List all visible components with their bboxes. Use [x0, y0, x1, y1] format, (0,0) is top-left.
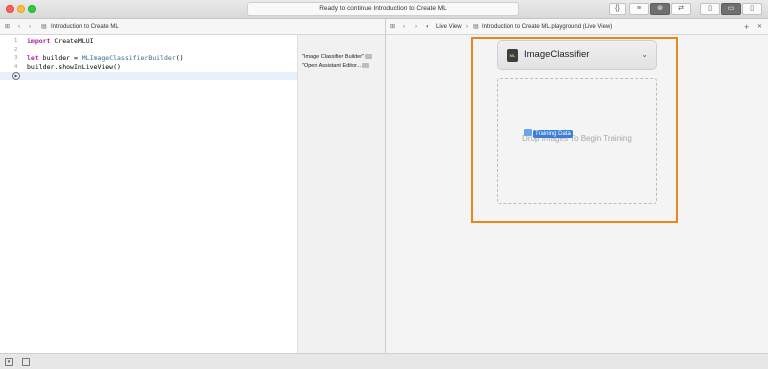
live-view-mode[interactable]: Live View — [436, 19, 462, 35]
add-editor-icon[interactable]: + — [744, 19, 749, 35]
close-window-button[interactable] — [6, 5, 14, 13]
quick-look-icon[interactable] — [362, 63, 370, 69]
code-line-1[interactable]: import CreateMLUI — [27, 37, 94, 45]
assistant-jump-bar: ⊞ ‹ › ◐ Live View › ▤ Introduction to Cr… — [386, 19, 768, 35]
keyword-token: let — [27, 54, 39, 62]
forward-icon[interactable]: › — [415, 19, 417, 35]
navigator-toggle-button[interactable]: ▯ — [700, 3, 720, 15]
quick-look-icon[interactable] — [364, 54, 372, 60]
drop-instructions: Drop Images To Begin Training — [522, 134, 632, 143]
code-line-4[interactable]: builder.showInLiveView() — [27, 63, 121, 71]
line-number: 3 — [14, 55, 18, 61]
debug-area-toggle-button[interactable]: ▭ — [721, 3, 741, 15]
line-number: 1 — [14, 38, 18, 44]
ml-model-icon: ML — [507, 49, 518, 62]
code-token: builder = — [38, 54, 82, 62]
run-playground-button[interactable]: ▶ — [12, 72, 20, 80]
code-line-3[interactable]: let builder = MLImageClassifierBuilder() — [27, 54, 184, 62]
code-token: builder.showInLiveView() — [27, 63, 121, 71]
current-line-highlight — [0, 72, 297, 80]
line-number: 2 — [14, 47, 18, 53]
line-number: 4 — [14, 64, 18, 70]
editor-jump-bar: ⊞ ‹ › ▤ Introduction to Create ML — [0, 19, 385, 35]
result-line-3[interactable]: "Image Classifier Builder" — [302, 54, 372, 60]
assistant-editor-button[interactable]: ⊚ — [650, 3, 670, 15]
keyword-token: import — [27, 37, 51, 45]
forward-icon[interactable]: › — [29, 19, 31, 35]
library-button[interactable]: {} — [609, 3, 626, 15]
inspector-toggle-button[interactable]: ▯ — [742, 3, 762, 15]
activity-status: Ready to continue Introduction to Create… — [247, 2, 519, 16]
dragged-folder-label: Training Data — [533, 130, 573, 138]
classifier-title: ImageClassifier — [524, 49, 590, 60]
title-bar: Ready to continue Introduction to Create… — [0, 0, 768, 19]
close-editor-icon[interactable]: ✕ — [757, 19, 762, 35]
result-line-4[interactable]: "Open Assistant Editor... — [302, 63, 370, 69]
playground-file-icon: ▤ — [41, 24, 47, 30]
related-items-icon[interactable]: ⊞ — [390, 19, 395, 35]
folder-icon — [524, 129, 532, 136]
related-items-icon[interactable]: ⊞ — [5, 19, 10, 35]
result-text: "Open Assistant Editor... — [302, 63, 362, 69]
live-view-icon: ◐ — [426, 24, 430, 30]
zoom-window-button[interactable] — [28, 5, 36, 13]
results-sidebar: "Image Classifier Builder" "Open Assista… — [297, 35, 385, 353]
minimize-window-button[interactable] — [17, 5, 25, 13]
version-editor-button[interactable]: ⇄ — [671, 3, 691, 15]
breadcrumb-separator-icon: › — [466, 24, 468, 30]
training-drop-zone[interactable]: Drop Images To Begin Training — [497, 78, 657, 204]
debug-bottom-bar: ▾ — [0, 353, 768, 369]
xcode-playground-window: Ready to continue Introduction to Create… — [0, 0, 768, 369]
chevron-down-icon[interactable]: ⌄ — [641, 50, 648, 59]
editor-file-name[interactable]: Introduction to Create ML — [51, 19, 119, 35]
back-icon[interactable]: ‹ — [403, 19, 405, 35]
code-token: CreateMLUI — [50, 37, 94, 45]
type-token: MLImageClassifierBuilder — [81, 54, 176, 62]
code-editor[interactable]: 1 2 3 4 ▶ import CreateMLUI let builder … — [0, 35, 297, 353]
result-text: "Image Classifier Builder" — [302, 54, 364, 60]
code-token: () — [175, 54, 184, 62]
back-icon[interactable]: ‹ — [18, 19, 20, 35]
standard-editor-button[interactable]: ≡ — [629, 3, 649, 15]
playground-file-icon: ▤ — [473, 24, 479, 30]
image-classifier-card[interactable]: ML ImageClassifier ⌄ — [497, 40, 657, 70]
live-view-file-name[interactable]: Introduction to Create ML.playground (Li… — [482, 19, 612, 35]
hide-debug-area-icon[interactable]: ▾ — [5, 358, 13, 366]
console-toggle-icon[interactable] — [22, 358, 30, 366]
